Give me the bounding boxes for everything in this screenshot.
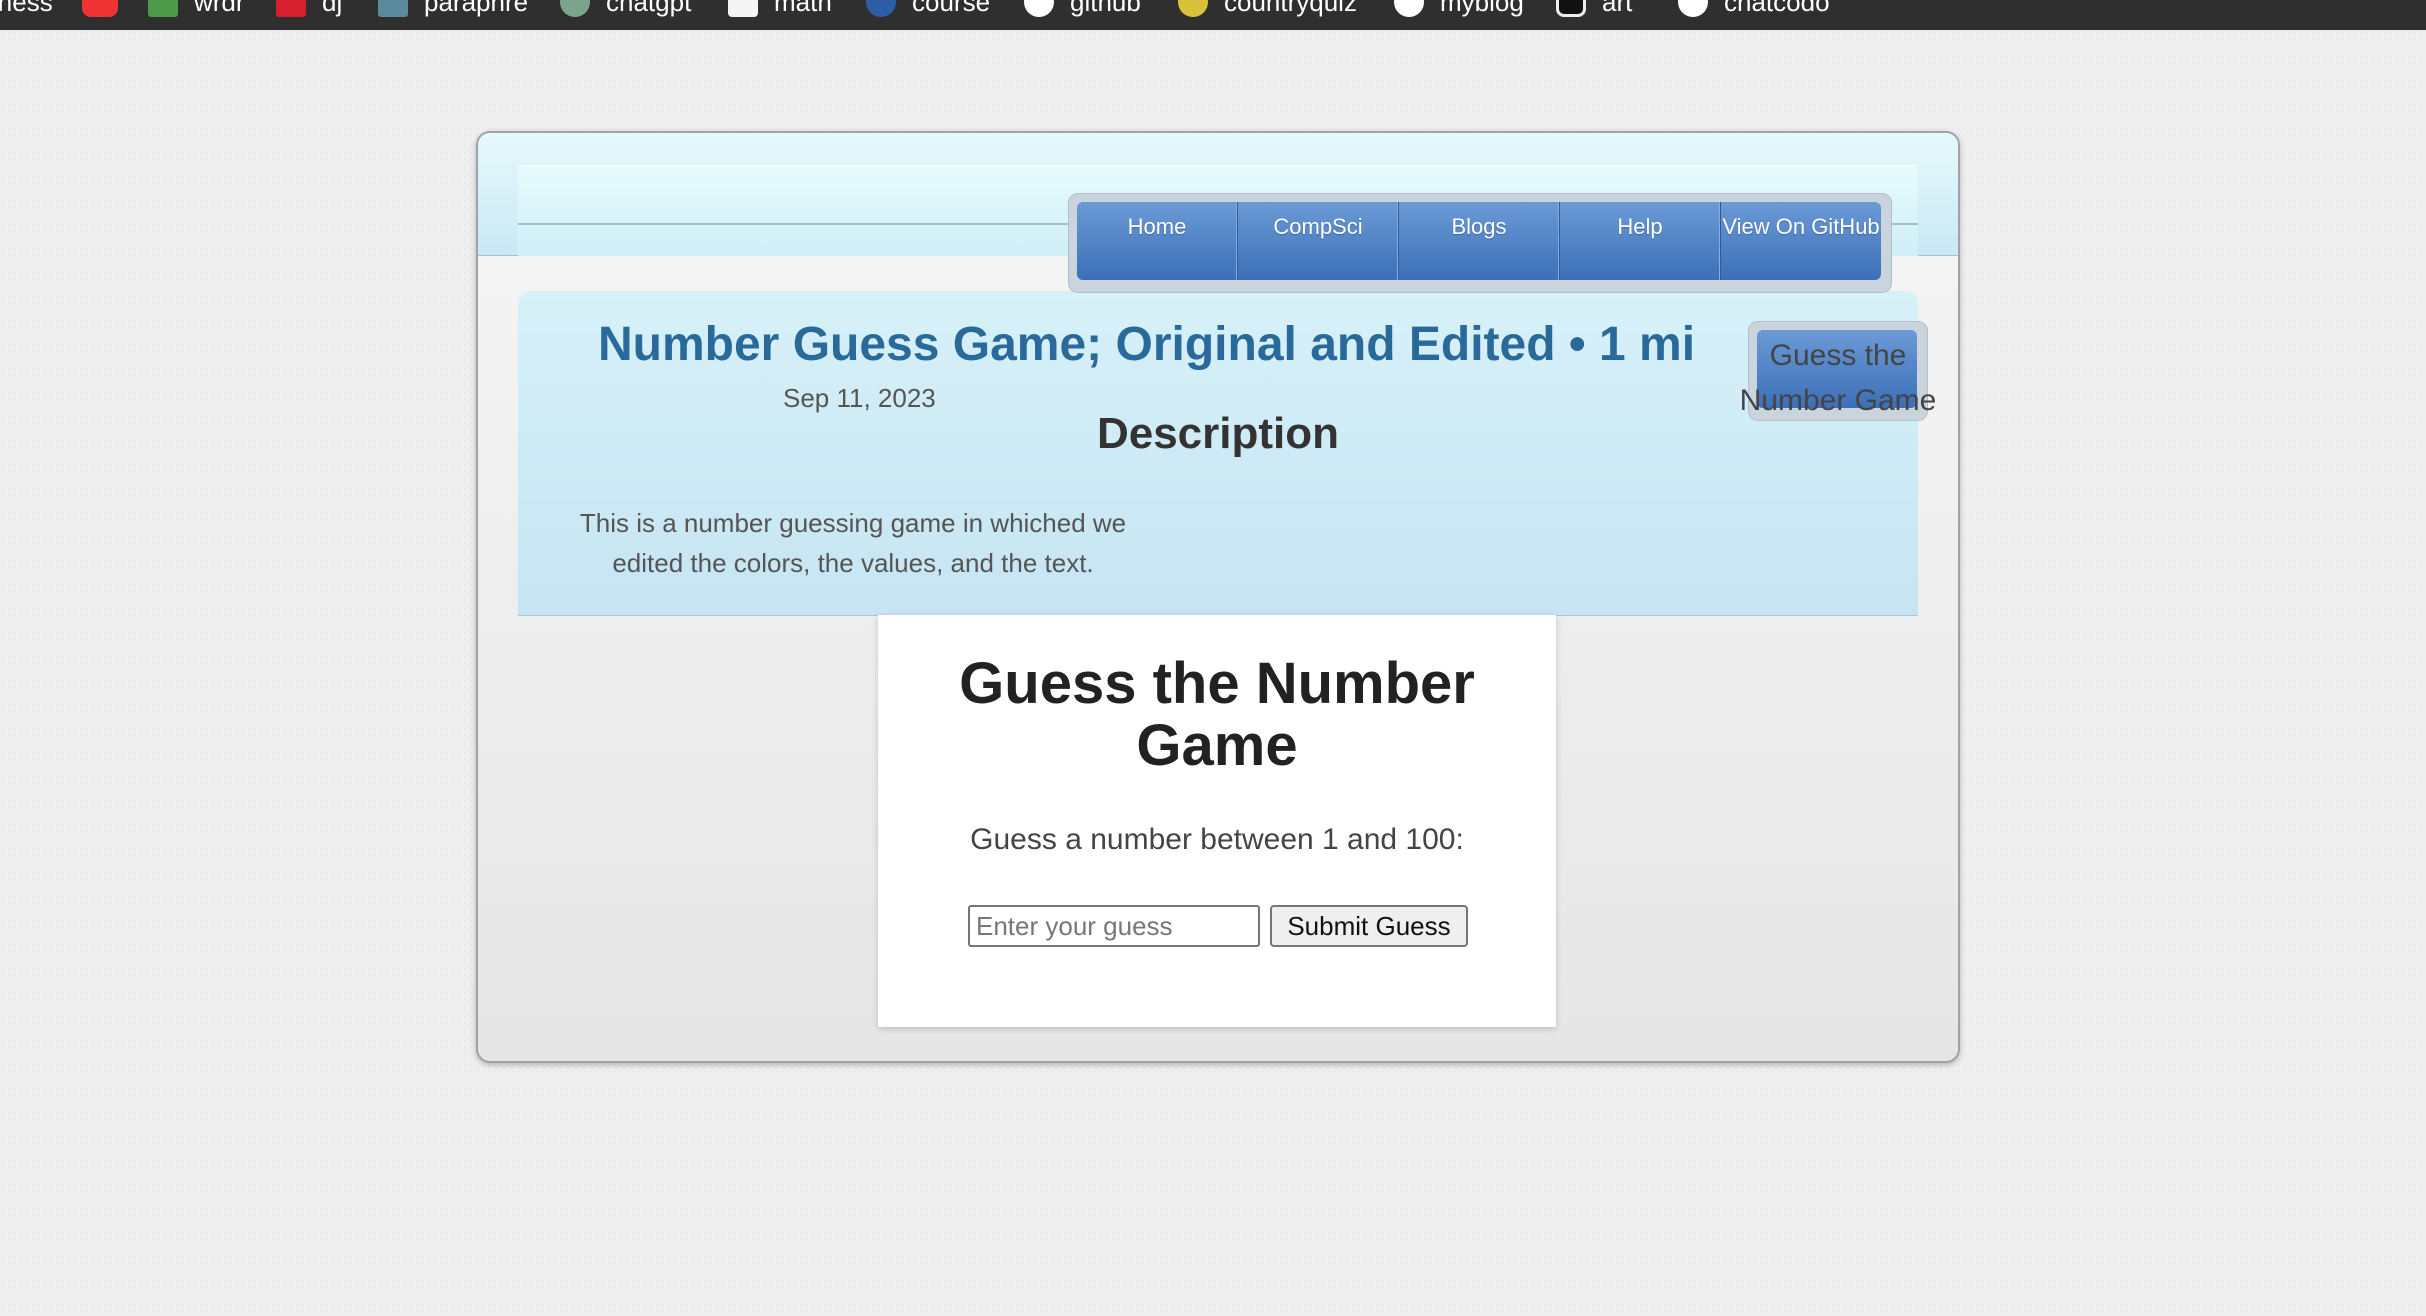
bookmark-item[interactable]: paraphre (378, 0, 528, 22)
bookmark-item[interactable]: chatgpt (560, 0, 691, 22)
bookmark-item[interactable]: chatcodo (1678, 0, 1830, 22)
bookmark-item[interactable]: github (1024, 0, 1141, 22)
post-header: Number Guess Game; Original and Edited •… (518, 291, 1936, 616)
description-text: This is a number guessing game in whiche… (579, 508, 1127, 578)
side-link-label[interactable]: Guess the Number Game (1718, 333, 1958, 423)
bookmark-item[interactable]: math (728, 0, 832, 22)
app-icon (1556, 0, 1586, 17)
github-icon (1678, 0, 1708, 17)
bookmark-item[interactable]: wrdr (148, 0, 245, 22)
red-icon (276, 0, 306, 17)
sheets-icon (148, 0, 178, 17)
nav-help[interactable]: Help (1560, 202, 1721, 280)
nav-blogs[interactable]: Blogs (1399, 202, 1560, 280)
course-icon (866, 0, 896, 17)
post-title: Number Guess Game; Original and Edited •… (598, 318, 1698, 371)
bookmark-item[interactable]: countryquiz (1178, 0, 1357, 22)
bookmark-item[interactable]: course (866, 0, 990, 22)
submit-guess-button[interactable]: Submit Guess (1270, 905, 1468, 947)
nav-home[interactable]: Home (1077, 202, 1238, 280)
guess-input[interactable] (968, 905, 1260, 947)
github-icon (1394, 0, 1424, 17)
game-prompt: Guess a number between 1 and 100: (970, 823, 1464, 856)
description-heading: Description (1096, 409, 1340, 458)
game-panel: Guess the Number Game Guess a number bet… (878, 615, 1556, 1027)
nav-bar: Home CompSci Blogs Help View On GitHub (1077, 202, 1881, 280)
chatgpt-icon (560, 0, 590, 17)
bookmark-item[interactable]: iness (0, 0, 53, 22)
nav-compsci[interactable]: CompSci (1238, 202, 1399, 280)
site-container: Number Guess Game; Original and Edited •… (476, 131, 1960, 1063)
github-icon (1024, 0, 1054, 17)
bookmark-item[interactable]: dj (276, 0, 342, 22)
bookmarks-bar: iness wrdr dj paraphre chatgpt math cour… (0, 0, 2426, 30)
doc-icon (728, 0, 758, 17)
calendar-icon (378, 0, 408, 17)
python-icon (1178, 0, 1208, 17)
bookmark-item[interactable]: myblog (1394, 0, 1524, 22)
main-nav: Home CompSci Blogs Help View On GitHub (1068, 193, 1892, 293)
nav-github[interactable]: View On GitHub (1721, 202, 1881, 280)
game-title: Guess the Number Game (959, 651, 1475, 778)
bookmark-item[interactable] (82, 0, 118, 22)
youtube-icon (82, 0, 118, 17)
bookmark-item[interactable]: art (1556, 0, 1632, 22)
